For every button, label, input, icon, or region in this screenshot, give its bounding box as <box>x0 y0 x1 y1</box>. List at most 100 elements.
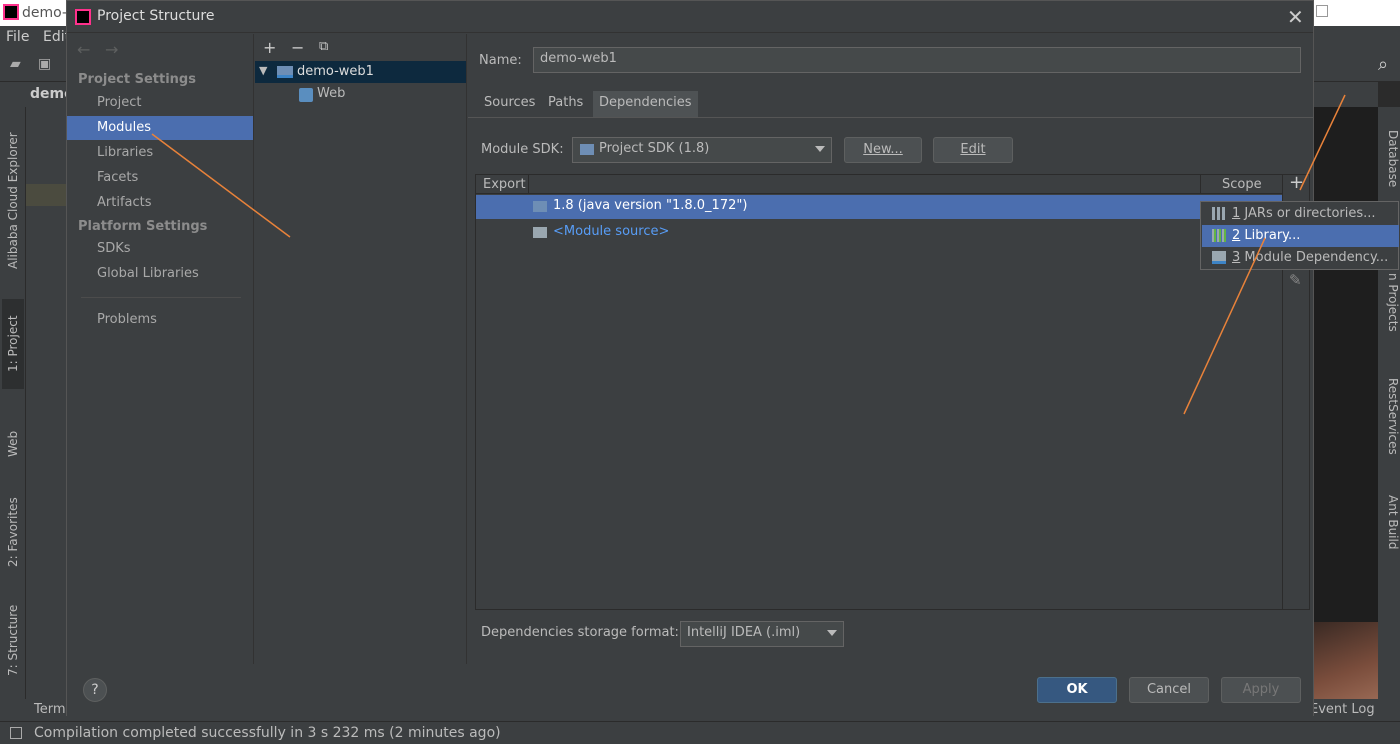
jar-icon <box>1212 207 1226 220</box>
tab-structure[interactable]: 7: Structure <box>2 595 24 685</box>
nav-item-global-libraries[interactable]: Global Libraries <box>67 262 253 286</box>
tab-web[interactable]: Web <box>2 419 24 469</box>
module-detail-panel: Name: demo-web1 Sources Paths Dependenci… <box>468 34 1313 664</box>
popup-item-library[interactable]: 2 Library... <box>1202 225 1399 247</box>
ide-window-title: demo- <box>22 5 68 21</box>
status-bar: Compilation completed successfully in 3 … <box>0 721 1400 744</box>
nav-item-problems[interactable]: Problems <box>67 308 253 332</box>
module-sdk-select[interactable]: Project SDK (1.8) <box>572 137 832 163</box>
nav-item-libraries[interactable]: Libraries <box>67 141 253 165</box>
nav-item-project[interactable]: Project <box>67 91 253 115</box>
restore-window-icon[interactable] <box>1316 5 1328 17</box>
add-module-icon[interactable]: + <box>263 38 276 57</box>
column-export[interactable]: Export <box>483 177 526 192</box>
project-settings-header: Project Settings <box>78 72 196 87</box>
popup-item-jars[interactable]: 1 JARs or directories... <box>1202 203 1399 225</box>
module-folder-icon <box>277 66 293 78</box>
module-sdk-label: Module SDK: <box>481 142 564 157</box>
tab-database[interactable]: Database <box>1378 119 1400 199</box>
tree-item-demo-web1[interactable]: ▼ demo-web1 <box>255 61 466 83</box>
right-tool-stripe: Database n Projects RestServices Ant Bui… <box>1378 107 1400 699</box>
row-label: <Module source> <box>553 224 670 239</box>
chevron-down-icon <box>815 146 825 152</box>
project-structure-dialog: Project Structure ✕ ← → Project Settings… <box>66 0 1314 716</box>
sdk-folder-icon <box>580 144 594 155</box>
tab-project[interactable]: 1: Project <box>2 299 24 389</box>
storage-format-label: Dependencies storage format: <box>481 625 679 640</box>
status-message: Compilation completed successfully in 3 … <box>34 725 501 741</box>
sdk-folder-icon <box>533 201 547 212</box>
tree-item-label: demo-web1 <box>297 64 374 79</box>
add-dependency-icon[interactable]: + <box>1289 172 1304 193</box>
web-facet-icon <box>299 88 313 102</box>
tab-maven-projects[interactable]: n Projects <box>1378 267 1400 337</box>
intellij-icon <box>3 4 19 20</box>
library-icon <box>1212 229 1226 242</box>
back-arrow-icon[interactable]: ← <box>77 40 90 59</box>
table-header: Export Scope <box>476 175 1282 194</box>
dependencies-table: Export Scope 1.8 (java version "1.8.0_17… <box>475 172 1310 610</box>
column-scope[interactable]: Scope <box>1222 177 1262 192</box>
edit-sdk-button[interactable]: Edit <box>933 137 1013 163</box>
tab-paths[interactable]: Paths <box>542 91 589 117</box>
tab-ant-build[interactable]: Ant Build <box>1378 487 1400 557</box>
open-folder-icon[interactable]: ▰ <box>10 57 26 71</box>
nav-item-facets[interactable]: Facets <box>67 166 253 190</box>
tab-favorites[interactable]: 2: Favorites <box>2 487 24 577</box>
help-button[interactable]: ? <box>83 678 107 702</box>
module-tree: + − ⧉ ▼ demo-web1 Web <box>255 34 467 664</box>
nav-item-sdks[interactable]: SDKs <box>67 237 253 261</box>
remove-module-icon[interactable]: − <box>291 38 304 57</box>
menu-file[interactable]: File <box>6 29 29 45</box>
dialog-footer: ? OK Cancel Apply <box>67 664 1313 716</box>
settings-nav: ← → Project Settings Project Modules Lib… <box>67 34 254 664</box>
name-label: Name: <box>479 53 522 68</box>
expand-arrow-icon[interactable]: ▼ <box>259 64 267 77</box>
project-tree-row[interactable] <box>26 184 70 206</box>
status-toggle-icon[interactable] <box>10 727 22 739</box>
tab-rest-services[interactable]: RestServices <box>1378 371 1400 461</box>
apply-button[interactable]: Apply <box>1221 677 1301 703</box>
nav-divider <box>81 297 241 298</box>
tab-sources[interactable]: Sources <box>478 91 541 117</box>
tree-item-web[interactable]: Web <box>255 84 466 106</box>
new-sdk-button[interactable]: New... <box>844 137 922 163</box>
add-dependency-popup: 1 JARs or directories... 2 Library... 3 … <box>1200 201 1399 270</box>
menu-edit[interactable]: Edit <box>43 29 67 45</box>
ok-button[interactable]: OK <box>1037 677 1117 703</box>
storage-format-value: IntelliJ IDEA (.iml) <box>687 625 801 640</box>
tab-dependencies[interactable]: Dependencies <box>593 91 698 117</box>
nav-item-artifacts[interactable]: Artifacts <box>67 191 253 215</box>
module-name-input[interactable]: demo-web1 <box>533 47 1301 73</box>
table-row[interactable]: <Module source> <box>476 221 1282 245</box>
close-icon[interactable]: ✕ <box>1287 5 1304 29</box>
dialog-titlebar: Project Structure ✕ <box>67 1 1313 33</box>
project-tool-window <box>26 107 70 699</box>
tabs-divider <box>468 117 1313 118</box>
nav-item-modules[interactable]: Modules <box>67 116 253 140</box>
popup-item-module-dependency[interactable]: 3 Module Dependency... <box>1202 247 1399 269</box>
copy-module-icon[interactable]: ⧉ <box>319 39 328 54</box>
platform-settings-header: Platform Settings <box>78 219 208 234</box>
ide-navbar: demo <box>0 82 74 107</box>
editor-area <box>1314 82 1378 702</box>
tab-alibaba-cloud-explorer[interactable]: Alibaba Cloud Explorer <box>2 121 24 281</box>
module-sdk-value: Project SDK (1.8) <box>599 141 710 156</box>
dialog-title: Project Structure <box>97 8 215 24</box>
source-folder-icon <box>533 227 547 238</box>
desktop-background <box>1314 622 1378 702</box>
module-icon <box>1212 251 1226 264</box>
row-label: 1.8 (java version "1.8.0_172") <box>553 198 748 213</box>
left-tool-stripe: Alibaba Cloud Explorer 1: Project Web 2:… <box>0 107 26 699</box>
save-icon[interactable]: ▣ <box>38 57 54 71</box>
table-row[interactable]: 1.8 (java version "1.8.0_172") <box>476 195 1282 219</box>
storage-format-select[interactable]: IntelliJ IDEA (.iml) <box>680 621 844 647</box>
edit-icon[interactable]: ✎ <box>1289 271 1302 289</box>
tree-item-label: Web <box>317 86 346 101</box>
forward-arrow-icon[interactable]: → <box>105 40 118 59</box>
cancel-button[interactable]: Cancel <box>1129 677 1209 703</box>
search-icon[interactable]: ⌕ <box>1378 54 1388 75</box>
chevron-down-icon <box>827 630 837 636</box>
intellij-icon <box>75 9 91 25</box>
tab-event-log[interactable]: Event Log <box>1310 702 1375 717</box>
